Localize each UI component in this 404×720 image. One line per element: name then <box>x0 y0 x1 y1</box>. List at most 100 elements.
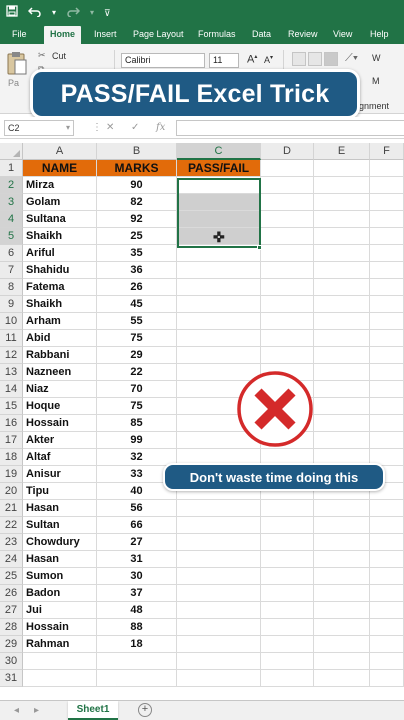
menu-data[interactable]: Data <box>252 26 271 44</box>
name-cell[interactable]: Hasan <box>23 551 97 568</box>
menu-view[interactable]: View <box>333 26 352 44</box>
grid-cell[interactable] <box>370 415 404 432</box>
grid-cell[interactable] <box>177 500 261 517</box>
marks-cell[interactable]: 70 <box>97 381 177 398</box>
name-cell[interactable]: Mirza <box>23 177 97 194</box>
column-header-a[interactable]: A <box>23 143 97 160</box>
grid-cell[interactable] <box>314 517 370 534</box>
row-header[interactable]: 31 <box>0 670 23 687</box>
grid-cell[interactable] <box>177 313 261 330</box>
row-header[interactable]: 17 <box>0 432 23 449</box>
grid-cell[interactable] <box>261 500 314 517</box>
grid-cell[interactable] <box>314 279 370 296</box>
grid-cell[interactable] <box>261 636 314 653</box>
select-all-corner[interactable] <box>0 143 23 160</box>
row-header[interactable]: 28 <box>0 619 23 636</box>
row-header[interactable]: 30 <box>0 653 23 670</box>
row-header[interactable]: 21 <box>0 500 23 517</box>
row-header[interactable]: 26 <box>0 585 23 602</box>
name-cell[interactable]: Fatema <box>23 279 97 296</box>
marks-cell[interactable]: 82 <box>97 194 177 211</box>
grid-cell[interactable] <box>370 228 404 245</box>
row-header[interactable]: 24 <box>0 551 23 568</box>
name-cell[interactable]: Jui <box>23 602 97 619</box>
marks-cell[interactable]: 30 <box>97 568 177 585</box>
grid-cell[interactable] <box>370 194 404 211</box>
name-cell[interactable]: Shahidu <box>23 262 97 279</box>
align-bottom-icon[interactable] <box>324 52 338 66</box>
row-header[interactable]: 9 <box>0 296 23 313</box>
grid-cell[interactable] <box>261 670 314 687</box>
sheet-tab-sheet1[interactable]: Sheet1 <box>68 701 118 720</box>
row-header[interactable]: 13 <box>0 364 23 381</box>
grid-cell[interactable] <box>177 296 261 313</box>
marks-cell[interactable]: 55 <box>97 313 177 330</box>
grid-cell[interactable] <box>314 551 370 568</box>
row-header[interactable]: 15 <box>0 398 23 415</box>
grid-cell[interactable] <box>370 296 404 313</box>
grid-cell[interactable] <box>177 534 261 551</box>
grid-cell[interactable] <box>370 636 404 653</box>
grid-cell[interactable] <box>177 262 261 279</box>
name-box[interactable]: C2 <box>4 120 74 136</box>
name-cell[interactable]: Shaikh <box>23 228 97 245</box>
grid-cell[interactable] <box>370 313 404 330</box>
marks-cell[interactable]: 27 <box>97 534 177 551</box>
grid-cell[interactable] <box>261 245 314 262</box>
next-sheet-icon[interactable]: ▸ <box>34 703 39 719</box>
name-box-dropdown-icon[interactable]: ▾ <box>66 120 70 136</box>
grid-cell[interactable] <box>314 262 370 279</box>
row-header[interactable]: 3 <box>0 194 23 211</box>
grid-cell[interactable] <box>261 585 314 602</box>
menu-file[interactable]: File <box>12 26 27 44</box>
marks-cell[interactable]: 99 <box>97 432 177 449</box>
name-cell[interactable]: Sultana <box>23 211 97 228</box>
name-cell[interactable]: Shaikh <box>23 296 97 313</box>
insert-function-icon[interactable]: fx <box>156 120 165 136</box>
grid-cell[interactable] <box>261 347 314 364</box>
font-size-select[interactable]: 11 <box>209 53 239 68</box>
name-cell[interactable]: Sultan <box>23 517 97 534</box>
grid-cell[interactable] <box>370 602 404 619</box>
marks-cell[interactable]: 75 <box>97 330 177 347</box>
grid-cell[interactable] <box>370 381 404 398</box>
row-header[interactable]: 6 <box>0 245 23 262</box>
grid-cell[interactable] <box>314 415 370 432</box>
grid-cell[interactable] <box>261 296 314 313</box>
grid-cell[interactable] <box>177 636 261 653</box>
menu-review[interactable]: Review <box>288 26 318 44</box>
grid-cell[interactable] <box>261 160 314 177</box>
header-name-cell[interactable]: NAME <box>23 160 97 177</box>
grid-cell[interactable] <box>314 653 370 670</box>
grid-cell[interactable] <box>314 228 370 245</box>
marks-cell[interactable]: 45 <box>97 296 177 313</box>
row-header[interactable]: 1 <box>0 160 23 177</box>
grid-cell[interactable] <box>370 670 404 687</box>
name-cell[interactable]: Anisur <box>23 466 97 483</box>
grid-cell[interactable] <box>261 534 314 551</box>
grid-cell[interactable] <box>314 177 370 194</box>
grid-cell[interactable] <box>314 534 370 551</box>
grid-cell[interactable] <box>261 619 314 636</box>
menu-formulas[interactable]: Formulas <box>198 26 236 44</box>
formula-input[interactable] <box>176 120 404 136</box>
grid-cell[interactable] <box>370 551 404 568</box>
scissors-icon[interactable]: ✂ <box>38 50 46 61</box>
name-cell[interactable]: Sumon <box>23 568 97 585</box>
result-cell[interactable] <box>177 211 261 228</box>
marks-cell[interactable]: 25 <box>97 228 177 245</box>
name-cell[interactable]: Arham <box>23 313 97 330</box>
grid-cell[interactable] <box>177 619 261 636</box>
grid-cell[interactable] <box>261 194 314 211</box>
grid-cell[interactable] <box>177 347 261 364</box>
marks-cell[interactable]: 26 <box>97 279 177 296</box>
grid-cell[interactable] <box>370 432 404 449</box>
dropdown-chevron-icon[interactable]: ▾ <box>90 0 94 26</box>
column-header-b[interactable]: B <box>97 143 177 160</box>
marks-cell[interactable]: 31 <box>97 551 177 568</box>
grid-cell[interactable] <box>314 330 370 347</box>
grid-cell[interactable] <box>314 364 370 381</box>
grid-cell[interactable] <box>370 211 404 228</box>
grid-cell[interactable] <box>261 262 314 279</box>
grid-cell[interactable] <box>370 262 404 279</box>
